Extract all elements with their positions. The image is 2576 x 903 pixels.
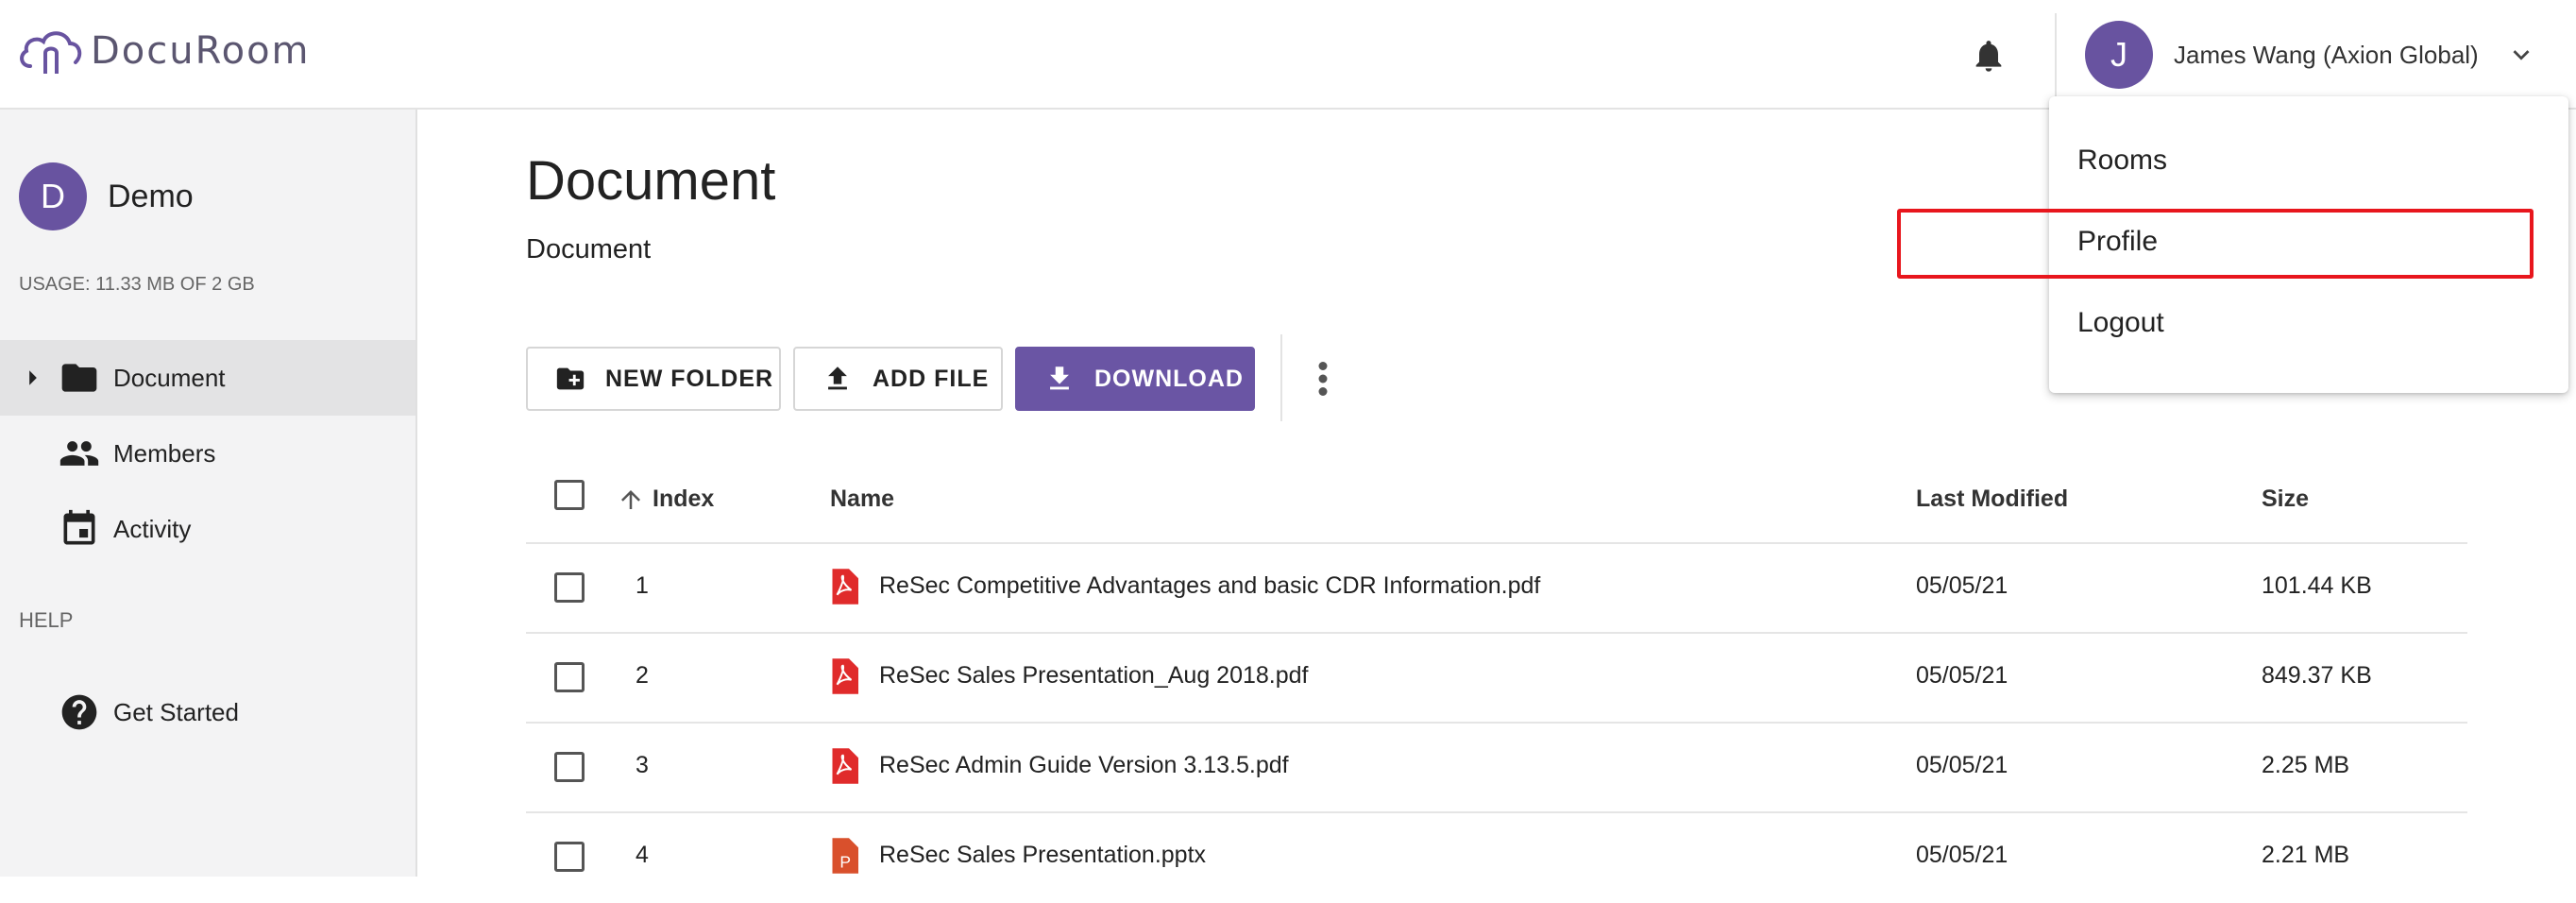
file-size: 849.37 KB: [2262, 662, 2372, 689]
user-avatar: J: [2085, 21, 2153, 89]
sidebar-item-label: Get Started: [113, 697, 239, 726]
row-index: 2: [636, 662, 649, 689]
row-index: 1: [636, 572, 649, 599]
app-name: DocuRoom: [91, 29, 311, 73]
table-row[interactable]: 3 ReSec Admin Guide Version 3.13.5.pdf 0…: [526, 724, 2467, 813]
sidebar: D Demo USAGE: 11.33 MB OF 2 GB Document …: [0, 110, 417, 877]
room-name: Demo: [108, 178, 194, 214]
sidebar-item-activity[interactable]: Activity: [0, 491, 415, 567]
row-checkbox[interactable]: [554, 842, 585, 872]
chevron-down-icon[interactable]: [2505, 39, 2537, 71]
cloud-logo-icon: [20, 31, 82, 74]
caret-right-icon[interactable]: [26, 369, 40, 386]
add-file-label: ADD FILE: [873, 365, 990, 392]
bell-icon[interactable]: [1970, 36, 2008, 76]
column-header-last-modified[interactable]: Last Modified: [1916, 486, 2068, 513]
sidebar-item-document[interactable]: Document: [0, 340, 415, 416]
sidebar-item-get-started[interactable]: Get Started: [0, 674, 415, 750]
file-name[interactable]: ReSec Sales Presentation_Aug 2018.pdf: [879, 662, 1308, 690]
user-menu-trigger[interactable]: J James Wang (Axion Global): [2085, 21, 2537, 89]
sidebar-item-members[interactable]: Members: [0, 416, 415, 491]
room-avatar: D: [19, 162, 87, 230]
file-size: 101.44 KB: [2262, 572, 2372, 599]
last-modified: 05/05/21: [1916, 842, 2008, 868]
upload-icon: [828, 366, 847, 390]
folder-icon: [61, 364, 97, 392]
last-modified: 05/05/21: [1916, 572, 2008, 599]
breadcrumb[interactable]: Document: [526, 234, 651, 265]
last-modified: 05/05/21: [1916, 662, 2008, 689]
row-index: 3: [636, 752, 649, 778]
pdf-file-icon: [832, 658, 858, 694]
room-header: D Demo: [19, 162, 194, 230]
pdf-file-icon: [832, 569, 858, 605]
help-circle-icon: [61, 694, 97, 730]
file-size: 2.25 MB: [2262, 752, 2350, 778]
svg-text:P: P: [839, 853, 851, 872]
new-folder-button[interactable]: NEW FOLDER: [526, 347, 781, 411]
file-name[interactable]: ReSec Competitive Advantages and basic C…: [879, 572, 1540, 600]
table-row[interactable]: 1 ReSec Competitive Advantages and basic…: [526, 544, 2467, 634]
app-logo[interactable]: DocuRoom: [17, 25, 311, 77]
file-name[interactable]: ReSec Admin Guide Version 3.13.5.pdf: [879, 752, 1289, 779]
last-modified: 05/05/21: [1916, 752, 2008, 778]
folder-plus-icon: [556, 367, 585, 390]
menu-item-rooms[interactable]: Rooms: [2049, 123, 2568, 198]
sidebar-item-label: Activity: [113, 514, 192, 543]
row-checkbox[interactable]: [554, 752, 585, 782]
arrow-up-icon[interactable]: [617, 484, 645, 516]
user-dropdown-menu: Rooms Profile Logout: [2049, 96, 2568, 393]
table-row[interactable]: 4 P ReSec Sales Presentation.pptx 05/05/…: [526, 813, 2467, 903]
column-header-index[interactable]: Index: [652, 486, 714, 513]
sidebar-item-label: Members: [113, 438, 216, 468]
table-row[interactable]: 2 ReSec Sales Presentation_Aug 2018.pdf …: [526, 634, 2467, 724]
sidebar-item-label: Document: [113, 363, 226, 392]
download-icon: [1050, 366, 1069, 390]
download-button[interactable]: DOWNLOAD: [1015, 347, 1255, 411]
pptx-file-icon: P: [832, 838, 858, 874]
app-header: DocuRoom J James Wang (Axion Global): [0, 0, 2576, 110]
table-header: Index Name Last Modified Size: [526, 461, 2467, 544]
select-all-checkbox[interactable]: [554, 480, 585, 510]
help-section-label: HELP: [19, 608, 74, 632]
page-title: Document: [526, 150, 776, 212]
column-header-size[interactable]: Size: [2262, 486, 2309, 513]
calendar-icon: [63, 509, 95, 545]
download-label: DOWNLOAD: [1094, 365, 1244, 392]
row-checkbox[interactable]: [554, 662, 585, 692]
new-folder-label: NEW FOLDER: [605, 365, 774, 392]
storage-usage: USAGE: 11.33 MB OF 2 GB: [19, 274, 255, 295]
header-divider: [2055, 13, 2057, 96]
toolbar-divider: [1280, 334, 1282, 421]
add-file-button[interactable]: ADD FILE: [793, 347, 1003, 411]
user-name: James Wang (Axion Global): [2174, 40, 2479, 69]
menu-item-logout[interactable]: Logout: [2049, 285, 2568, 361]
row-checkbox[interactable]: [554, 572, 585, 603]
row-index: 4: [636, 842, 649, 868]
file-size: 2.21 MB: [2262, 842, 2350, 868]
file-name[interactable]: ReSec Sales Presentation.pptx: [879, 842, 1206, 869]
column-header-name[interactable]: Name: [830, 486, 894, 513]
pdf-file-icon: [832, 748, 858, 784]
people-icon: [59, 441, 99, 466]
more-vert-icon[interactable]: [1309, 359, 1337, 399]
menu-item-profile[interactable]: Profile: [2049, 204, 2568, 280]
